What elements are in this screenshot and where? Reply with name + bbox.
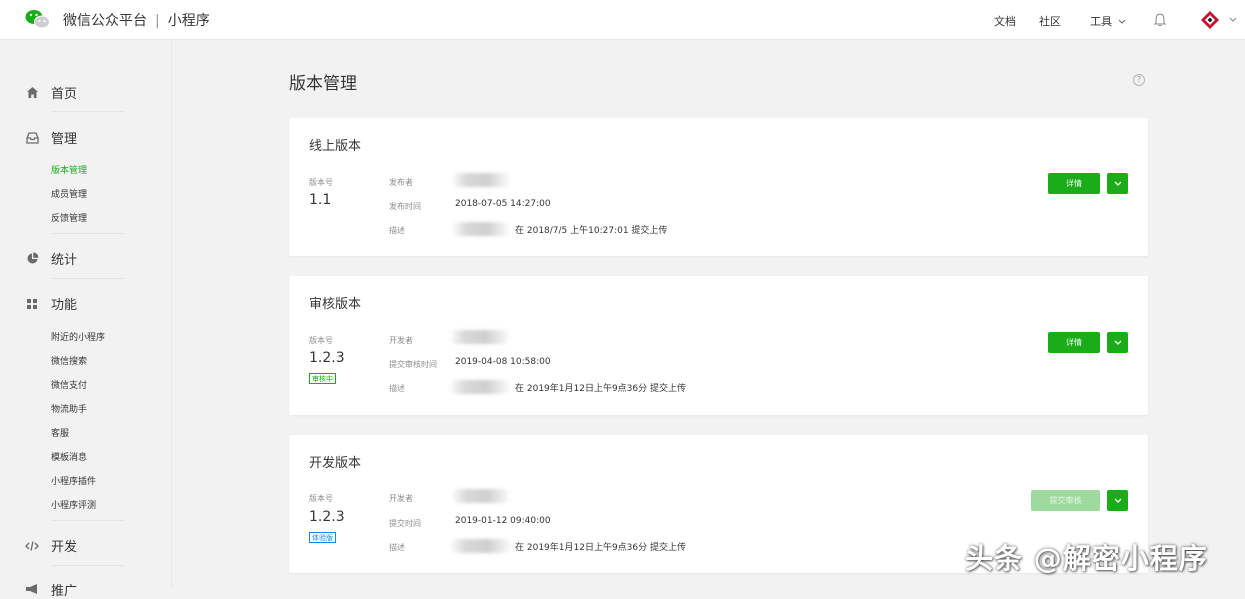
account-avatar-icon[interactable] <box>1199 10 1221 30</box>
sidebar-item-stats[interactable]: 统计 <box>25 249 77 268</box>
sidebar-item-feedback-manage[interactable]: 反馈管理 <box>51 211 87 224</box>
trial-version-badge[interactable]: 体验版 <box>309 532 336 543</box>
inbox-icon <box>25 131 39 145</box>
sidebar-divider <box>51 520 125 521</box>
sidebar-item-home[interactable]: 首页 <box>25 83 77 102</box>
card-title: 开发版本 <box>309 456 362 471</box>
sidebar-item-logistics[interactable]: 物流助手 <box>51 402 87 415</box>
sidebar-item-template-message[interactable]: 模板消息 <box>51 450 87 463</box>
detail-button[interactable]: 详情 <box>1048 332 1100 353</box>
description-value: 在 2018/7/5 上午10:27:01 提交上传 <box>515 226 668 236</box>
version-number: 1.1 <box>309 192 332 208</box>
sidebar-divider <box>51 233 125 234</box>
publish-time-value: 2018-07-05 14:27:00 <box>455 199 551 209</box>
sidebar-item-plugins[interactable]: 小程序插件 <box>51 474 96 487</box>
description-label: 描述 <box>389 543 405 552</box>
card-title: 审核版本 <box>309 297 362 312</box>
chevron-down-icon <box>1114 340 1121 345</box>
chevron-down-icon <box>1118 19 1125 24</box>
bell-icon[interactable] <box>1154 13 1166 27</box>
version-label: 版本号 <box>309 178 333 187</box>
sidebar-item-label: 功能 <box>51 298 78 313</box>
brand-name: 微信公众平台 <box>63 13 147 29</box>
sidebar-item-manage[interactable]: 管理 <box>25 128 77 147</box>
online-version-card: 线上版本 版本号 1.1 发布者 发布时间 2018-07-05 14:27:0… <box>289 118 1148 256</box>
description-redacted <box>451 222 511 236</box>
more-options-button[interactable] <box>1107 173 1128 194</box>
more-options-button[interactable] <box>1107 332 1128 353</box>
developer-redacted <box>449 330 511 344</box>
description-value: 在 2019年1月12日上午9点36分 提交上传 <box>515 384 686 394</box>
community-link[interactable]: 社区 <box>1039 13 1061 29</box>
docs-link[interactable]: 文档 <box>994 13 1016 29</box>
grid-icon <box>25 297 39 311</box>
sidebar-item-version-manage[interactable]: 版本管理 <box>51 163 87 176</box>
version-label: 版本号 <box>309 494 333 503</box>
sidebar-divider <box>51 565 125 566</box>
sidebar-item-label: 推广 <box>51 584 78 599</box>
description-label: 描述 <box>389 384 405 393</box>
version-number: 1.2.3 <box>309 350 345 366</box>
sidebar-item-label: 统计 <box>51 253 78 268</box>
card-title: 线上版本 <box>309 139 362 154</box>
status-badge: 审核中 <box>309 373 336 384</box>
product-name: 小程序 <box>167 13 210 29</box>
sidebar-item-wechat-search[interactable]: 微信搜索 <box>51 354 87 367</box>
submit-time-value: 2019-01-12 09:40:00 <box>455 516 551 526</box>
publisher-redacted <box>451 173 511 187</box>
description-redacted <box>449 539 513 553</box>
help-icon[interactable]: ? <box>1133 74 1145 86</box>
version-label: 版本号 <box>309 336 333 345</box>
developer-redacted <box>451 489 511 503</box>
sidebar-item-label: 首页 <box>51 87 78 102</box>
account-chevron-icon[interactable] <box>1229 17 1237 23</box>
publisher-label: 发布者 <box>389 178 413 187</box>
sidebar-item-evaluation[interactable]: 小程序评测 <box>51 498 96 511</box>
sidebar-item-member-manage[interactable]: 成员管理 <box>51 187 87 200</box>
publish-time-label: 发布时间 <box>389 202 421 211</box>
description-value: 在 2019年1月12日上午9点36分 提交上传 <box>515 543 686 553</box>
page-title: 版本管理 <box>289 74 357 94</box>
sidebar-divider <box>51 278 125 279</box>
sidebar-item-wechat-pay[interactable]: 微信支付 <box>51 378 87 391</box>
wechat-logo-icon[interactable] <box>25 9 51 29</box>
submit-time-label: 提交时间 <box>389 519 421 528</box>
sidebar-item-features[interactable]: 功能 <box>25 294 77 313</box>
more-options-button[interactable] <box>1107 490 1128 511</box>
tools-menu[interactable]: 工具 <box>1090 13 1126 29</box>
description-label: 描述 <box>389 226 405 235</box>
chevron-down-icon <box>1114 181 1121 186</box>
sidebar-item-nearby[interactable]: 附近的小程序 <box>51 330 105 343</box>
description-redacted <box>449 380 511 394</box>
submit-review-time-label: 提交审核时间 <box>389 360 437 369</box>
watermark: 头条 @解密小程序 <box>965 542 1208 575</box>
sidebar-item-label: 管理 <box>51 132 78 147</box>
sidebar-item-label: 开发 <box>51 540 78 555</box>
submit-review-time-value: 2019-04-08 10:58:00 <box>455 357 551 367</box>
tools-label: 工具 <box>1090 15 1112 28</box>
sidebar-divider <box>51 111 125 112</box>
developer-label: 开发者 <box>389 494 413 503</box>
brand-title[interactable]: 微信公众平台 | 小程序 <box>63 10 210 30</box>
chevron-down-icon <box>1114 498 1121 503</box>
pie-chart-icon <box>25 252 39 266</box>
submit-review-button[interactable]: 提交审核 <box>1031 490 1100 511</box>
review-version-card: 审核版本 版本号 1.2.3 审核中 开发者 提交审核时间 2019-04-08… <box>289 276 1148 415</box>
sidebar: 首页 管理 版本管理 成员管理 反馈管理 统计 功能 附近的小程序 微信搜索 微… <box>0 41 172 599</box>
detail-button[interactable]: 详情 <box>1048 173 1100 194</box>
version-number: 1.2.3 <box>309 509 345 525</box>
developer-label: 开发者 <box>389 336 413 345</box>
top-bar: 微信公众平台 | 小程序 文档 社区 工具 <box>0 0 1245 40</box>
sidebar-item-customer-service[interactable]: 客服 <box>51 426 69 439</box>
sidebar-item-develop[interactable]: 开发 <box>25 536 77 555</box>
brand-separator: | <box>155 13 160 29</box>
home-icon <box>25 86 39 100</box>
sidebar-item-promote[interactable]: 推广 <box>25 580 77 599</box>
megaphone-icon <box>25 583 39 597</box>
code-icon <box>25 539 39 553</box>
